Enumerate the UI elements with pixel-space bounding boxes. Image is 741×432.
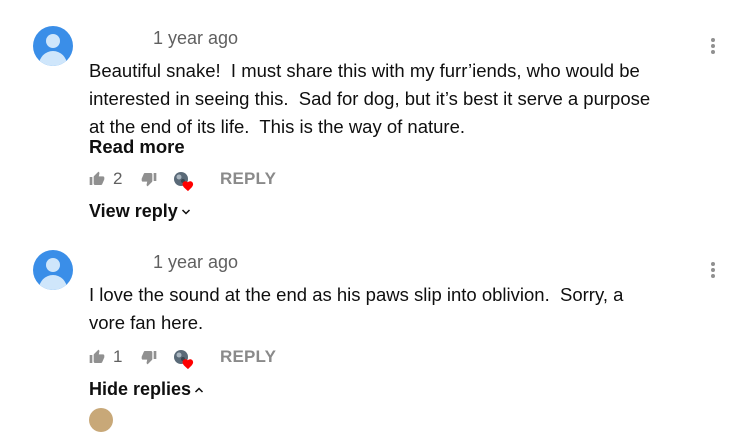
like-count: 1: [113, 347, 123, 366]
more-vert-icon[interactable]: [706, 260, 720, 280]
like-count: 2: [113, 169, 123, 188]
comment-actions: 2 REPLY: [89, 169, 389, 193]
creator-heart-icon[interactable]: [173, 349, 194, 370]
thumb-down-icon[interactable]: [141, 171, 157, 192]
view-reply-button[interactable]: View reply: [89, 201, 191, 222]
hide-replies-label: Hide replies: [89, 379, 192, 399]
avatar-head-shape: [46, 34, 60, 48]
thumb-up-icon[interactable]: [89, 349, 105, 370]
reply-button[interactable]: REPLY: [220, 169, 276, 189]
comment-timestamp[interactable]: 1 year ago: [153, 252, 238, 273]
comment-thread-1: 1 year ago Beautiful snake! I must share…: [0, 0, 741, 240]
view-reply-label: View reply: [89, 201, 178, 221]
comment-thread-2: 1 year ago I love the sound at the end a…: [0, 240, 741, 416]
hide-replies-button[interactable]: Hide replies: [89, 379, 204, 400]
comment-timestamp[interactable]: 1 year ago: [153, 28, 238, 49]
reply-avatar[interactable]: [89, 408, 113, 432]
avatar[interactable]: [33, 26, 73, 66]
thumb-down-icon[interactable]: [141, 349, 157, 370]
thumb-up-icon[interactable]: [89, 171, 105, 192]
comment-actions: 1 REPLY: [89, 347, 389, 371]
more-vert-icon[interactable]: [706, 36, 720, 56]
creator-heart-icon[interactable]: [173, 171, 194, 192]
chevron-down-icon: [181, 209, 190, 215]
avatar-body-shape: [39, 51, 67, 66]
comment-text: I love the sound at the end as his paws …: [89, 284, 624, 333]
chevron-up-icon: [195, 387, 204, 393]
avatar[interactable]: [33, 250, 73, 290]
avatar-head-shape: [46, 258, 60, 272]
avatar-body-shape: [39, 275, 67, 290]
reply-button[interactable]: REPLY: [220, 347, 276, 367]
read-more-button[interactable]: Read more: [89, 136, 185, 158]
comment-text: Beautiful snake! I must share this with …: [89, 60, 651, 137]
